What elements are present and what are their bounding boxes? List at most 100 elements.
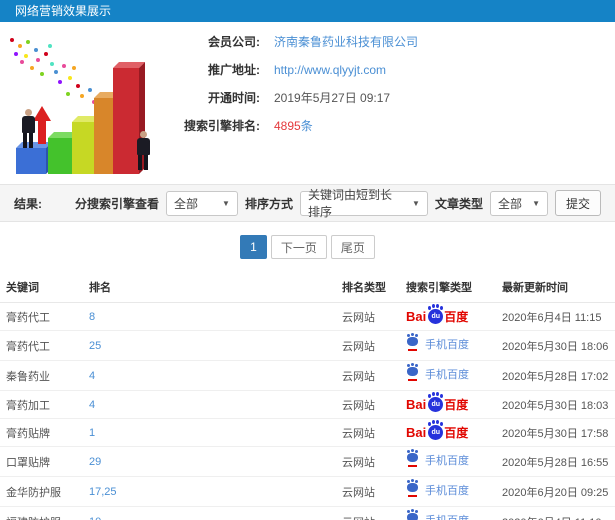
table-row: 口罩贴牌 29 云网站 手机百度 2020年5月28日 16:55 — [0, 446, 615, 477]
rank-type-cell: 云网站 — [338, 390, 402, 419]
next-page-button[interactable]: 下一页 — [270, 235, 327, 259]
engine-cell: 手机百度 — [402, 360, 498, 391]
chart-illustration — [0, 30, 172, 182]
rank-type-cell: 云网站 — [338, 506, 402, 520]
updated-cell: 2020年6月4日 11:10 — [498, 506, 615, 520]
engine-filter-select[interactable]: 全部 ▼ — [165, 190, 238, 216]
illustration-bar-blue — [16, 148, 46, 174]
rank-cell: 8 — [85, 302, 338, 331]
table-row: 金华防护服 17,25 云网站 手机百度 2020年6月20日 09:25 — [0, 476, 615, 507]
mobile-baidu-label: 手机百度 — [425, 369, 469, 381]
keyword-cell: 膏药加工 — [0, 390, 85, 419]
up-arrow-icon — [33, 106, 51, 146]
engine-cell: Bai du 百度 — [402, 418, 498, 447]
table-row: 膏药加工 4 云网站 Bai du 百度 2020年5月30日 18:03 — [0, 390, 615, 419]
mobile-baidu-paw-icon — [406, 334, 420, 352]
table-row: 福建防护服 10 云网站 手机百度 2020年6月4日 11:10 — [0, 506, 615, 520]
updated-cell: 2020年5月30日 17:58 — [498, 418, 615, 447]
confetti-decoration — [10, 38, 14, 42]
businessman-figure-right — [136, 131, 150, 170]
baidu-logo: Bai du 百度 — [406, 394, 469, 413]
rank-link[interactable]: 4 — [89, 370, 95, 382]
company-row: 会员公司: 济南秦鲁药业科技有限公司 — [172, 34, 615, 51]
filter-controls: 分搜索引擎查看 全部 ▼ 排序方式 关键词由短到长排序 ▼ 文章类型 全部 ▼ … — [75, 188, 601, 219]
keyword-cell: 膏药代工 — [0, 330, 85, 361]
sort-filter-label: 排序方式 — [244, 196, 293, 211]
results-table: 关键词 排名 排名类型 搜索引擎类型 最新更新时间 膏药代工 8 云网站 Bai… — [0, 271, 615, 520]
rank-cell: 17,25 — [85, 476, 338, 507]
account-details: 会员公司: 济南秦鲁药业科技有限公司 推广地址: http://www.qlyy… — [172, 30, 615, 180]
engine-filter-value: 全部 — [173, 196, 198, 211]
engine-rank-label: 搜索引擎排名: — [184, 119, 260, 133]
rank-link[interactable]: 29 — [89, 456, 101, 468]
engine-cell: 手机百度 — [402, 330, 498, 361]
mobile-baidu-logo: 手机百度 — [406, 450, 469, 468]
engine-rank-row: 搜索引擎排名: 4895条 — [172, 118, 615, 135]
keyword-cell: 口罩贴牌 — [0, 446, 85, 477]
table-row: 膏药贴牌 1 云网站 Bai du 百度 2020年5月30日 17:58 — [0, 418, 615, 447]
engine-cell: 手机百度 — [402, 446, 498, 477]
promotion-url-row: 推广地址: http://www.qlyyjt.com — [172, 62, 615, 79]
result-label: 结果: — [14, 196, 42, 211]
window-title-bar: 网络营销效果展示 — [0, 0, 615, 22]
engine-cell: Bai du 百度 — [402, 390, 498, 419]
results-table-body: 膏药代工 8 云网站 Bai du 百度 2020年6月4日 11:15 膏药代… — [0, 302, 615, 520]
article-filter-select[interactable]: 全部 ▼ — [489, 190, 548, 216]
mobile-baidu-logo: 手机百度 — [406, 480, 469, 498]
engine-rank-unit: 条 — [300, 119, 313, 133]
rank-link[interactable]: 1 — [89, 427, 95, 439]
updated-cell: 2020年5月30日 18:03 — [498, 390, 615, 419]
mobile-baidu-paw-icon — [406, 480, 420, 498]
updated-cell: 2020年6月4日 11:15 — [498, 302, 615, 331]
company-label: 会员公司: — [208, 35, 260, 49]
col-header-rank: 排名 — [85, 271, 338, 303]
rank-link[interactable]: 17,25 — [89, 486, 117, 498]
col-header-keyword: 关键词 — [0, 271, 85, 303]
article-filter-label: 文章类型 — [434, 196, 483, 211]
businessman-figure-left — [21, 109, 35, 148]
page-title: 网络营销效果展示 — [15, 4, 112, 18]
mobile-baidu-label: 手机百度 — [425, 455, 469, 467]
baidu-logo: Bai du 百度 — [406, 306, 469, 325]
baidu-logo-text-cn: 百度 — [444, 310, 469, 324]
open-time-value: 2019年5月27日 09:17 — [274, 91, 391, 105]
rank-type-cell: 云网站 — [338, 360, 402, 391]
mobile-baidu-logo: 手机百度 — [406, 364, 469, 382]
rank-link[interactable]: 4 — [89, 399, 95, 411]
table-row: 秦鲁药业 4 云网站 手机百度 2020年5月28日 17:02 — [0, 360, 615, 391]
promotion-url-link[interactable]: http://www.qlyyjt.com — [274, 62, 386, 79]
rank-link[interactable]: 10 — [89, 516, 101, 520]
mobile-baidu-label: 手机百度 — [425, 485, 469, 497]
mobile-baidu-label: 手机百度 — [425, 512, 469, 520]
keyword-cell: 膏药代工 — [0, 302, 85, 331]
company-link[interactable]: 济南秦鲁药业科技有限公司 — [274, 34, 418, 51]
engine-rank-count: 4895 — [274, 119, 301, 133]
page-button-1[interactable]: 1 — [240, 235, 267, 259]
baidu-paw-icon: du — [428, 306, 444, 324]
keyword-cell: 秦鲁药业 — [0, 360, 85, 391]
mobile-baidu-label: 手机百度 — [425, 339, 469, 351]
account-info-section: 会员公司: 济南秦鲁药业科技有限公司 推广地址: http://www.qlyy… — [0, 22, 615, 184]
illustration-bar-green — [48, 138, 75, 174]
open-time-row: 开通时间: 2019年5月27日 09:17 — [172, 90, 615, 107]
rank-link[interactable]: 8 — [89, 311, 95, 323]
baidu-paw-icon: du — [428, 394, 444, 412]
rank-cell: 25 — [85, 330, 338, 361]
sort-filter-select[interactable]: 关键词由短到长排序 ▼ — [299, 188, 428, 219]
rank-type-cell: 云网站 — [338, 446, 402, 477]
rank-cell: 29 — [85, 446, 338, 477]
rank-link[interactable]: 25 — [89, 340, 101, 352]
baidu-logo-text-cn: 百度 — [444, 426, 469, 440]
engine-rank-value: 4895条 — [274, 118, 313, 135]
rank-type-cell: 云网站 — [338, 418, 402, 447]
filter-bar: 结果: 分搜索引擎查看 全部 ▼ 排序方式 关键词由短到长排序 ▼ 文章类型 全… — [0, 184, 615, 222]
baidu-logo-text-cn: 百度 — [444, 398, 469, 412]
rank-cell: 1 — [85, 418, 338, 447]
updated-cell: 2020年5月28日 16:55 — [498, 446, 615, 477]
baidu-logo-text-bai: Bai — [406, 309, 427, 324]
mobile-baidu-paw-icon — [406, 364, 420, 382]
article-filter-value: 全部 — [497, 196, 522, 211]
submit-button[interactable]: 提交 — [554, 190, 601, 216]
rank-type-cell: 云网站 — [338, 330, 402, 361]
last-page-button[interactable]: 尾页 — [330, 235, 375, 259]
